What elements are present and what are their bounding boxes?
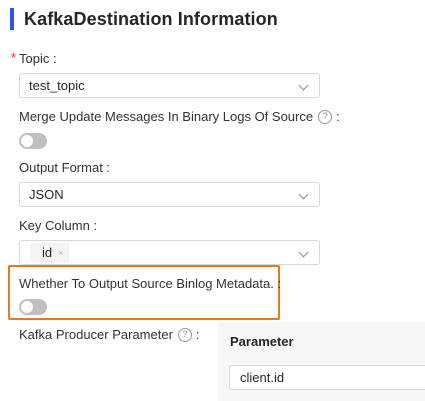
parameter-table: Parameter client.id xyxy=(218,322,425,401)
producer-parameter-label: Kafka Producer Parameter xyxy=(19,327,173,342)
binlog-metadata-toggle[interactable] xyxy=(19,299,47,315)
binlog-metadata-label-row: Whether To Output Source Binlog Metadata… xyxy=(19,276,281,291)
key-column-label-row: Key Column : xyxy=(19,218,97,233)
output-format-label-row: Output Format : xyxy=(19,160,110,175)
help-icon[interactable]: ? xyxy=(177,327,192,342)
required-mark: * xyxy=(11,50,17,65)
output-format-select-value: JSON xyxy=(29,187,64,202)
parameter-input-value: client.id xyxy=(240,370,285,385)
topic-label: Topic : xyxy=(19,51,57,66)
key-column-select[interactable]: id × xyxy=(19,240,320,265)
section-title: KafkaDestination Information xyxy=(24,8,278,29)
key-column-tag-label: id xyxy=(42,245,53,260)
producer-parameter-label-row: Kafka Producer Parameter ? : xyxy=(19,327,200,342)
key-column-tag: id × xyxy=(31,243,70,262)
parameter-column-header: Parameter xyxy=(230,334,294,349)
highlight-box xyxy=(8,265,280,320)
toggle-knob xyxy=(21,301,33,313)
chevron-down-icon xyxy=(298,80,309,91)
merge-update-suffix: : xyxy=(336,109,340,124)
chevron-down-icon xyxy=(298,189,309,200)
topic-select[interactable]: test_topic xyxy=(19,73,320,98)
topic-label-row: * Topic : xyxy=(11,50,57,66)
close-icon[interactable]: × xyxy=(58,248,63,258)
binlog-metadata-label: Whether To Output Source Binlog Metadata… xyxy=(19,276,282,291)
merge-update-toggle[interactable] xyxy=(19,133,47,149)
output-format-label: Output Format : xyxy=(19,160,111,175)
merge-update-label: Merge Update Messages In Binary Logs Of … xyxy=(19,109,314,124)
merge-update-label-row: Merge Update Messages In Binary Logs Of … xyxy=(19,109,340,124)
section-header: KafkaDestination Information xyxy=(10,8,278,30)
output-format-select[interactable]: JSON xyxy=(19,182,320,207)
help-icon[interactable]: ? xyxy=(318,109,333,124)
parameter-input[interactable]: client.id xyxy=(229,365,425,390)
toggle-knob xyxy=(21,135,33,147)
section-accent-bar xyxy=(10,8,14,30)
key-column-label: Key Column : xyxy=(19,218,98,233)
producer-parameter-suffix: : xyxy=(195,327,200,342)
topic-select-value: test_topic xyxy=(29,78,85,93)
chevron-down-icon xyxy=(298,247,309,258)
